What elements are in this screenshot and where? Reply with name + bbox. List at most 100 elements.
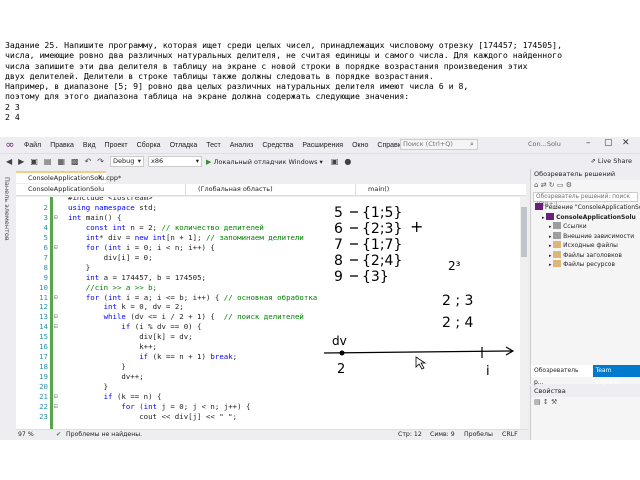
tree-node[interactable]: ▸ Файлы ресурсов xyxy=(531,260,640,270)
properties-panel: Свойства ▤ ↕ ⚒ xyxy=(530,386,640,440)
new-item-icon[interactable]: ▣ xyxy=(30,157,38,166)
code-token: // запоминаем делители xyxy=(205,232,304,242)
folder-icon xyxy=(553,222,562,229)
code-token: #include <iostream> xyxy=(68,197,153,202)
problems-status[interactable]: Проблемы не найдены. xyxy=(66,430,142,440)
line-number: 23 xyxy=(39,411,48,421)
member-dropdown[interactable]: main() xyxy=(356,184,526,196)
breakpoint-icon[interactable]: ● xyxy=(344,157,351,166)
wrench-icon[interactable]: ⚒ xyxy=(551,398,557,406)
code-token: int xyxy=(68,212,86,222)
menu-item[interactable]: Файл xyxy=(24,142,41,149)
code-text: cout << div[j] << " "; xyxy=(68,412,237,422)
close-icon[interactable]: ✕ xyxy=(622,138,630,148)
toolbox-side-tab[interactable]: Панель элементов xyxy=(0,169,14,440)
code-token: std; xyxy=(139,202,158,212)
menu-item[interactable]: Анализ xyxy=(230,142,254,149)
code-text: using namespace std; xyxy=(68,203,157,213)
code-token: } xyxy=(68,262,91,272)
code-line: 2 using namespace std; xyxy=(16,203,520,213)
tab-close-icon[interactable]: ✕ xyxy=(97,173,103,183)
attach-icon[interactable]: ▣ xyxy=(331,157,339,166)
redo-icon[interactable]: ↷ xyxy=(97,157,104,166)
categorized-icon[interactable]: ▤ xyxy=(534,398,541,406)
line-number: 19 xyxy=(39,372,48,382)
project-dropdown[interactable]: ConsoleApplicationSolu xyxy=(16,183,186,196)
tree-node[interactable]: ▸ ConsoleApplicationSolu xyxy=(531,212,640,223)
line-ending-indicator[interactable]: CRLF xyxy=(502,430,518,440)
code-text: //cin >> a >> b; xyxy=(68,283,157,293)
tree-node[interactable]: Решение "ConsoleApplicationSolu" xyxy=(531,203,640,213)
code-editor[interactable]: #include <iostream> 2 using namespace std;… xyxy=(16,197,520,429)
code-text: div[k] = dv; xyxy=(68,332,192,342)
fold-icon[interactable]: ⊟ xyxy=(54,392,58,402)
tab-team-explorer[interactable]: Team Explorer xyxy=(592,365,640,386)
settings-icon[interactable]: ⚙ xyxy=(566,181,572,189)
menu-item[interactable]: Сборка xyxy=(137,142,161,149)
save-icon[interactable]: ▦ xyxy=(57,157,65,166)
search-input[interactable]: Поиск (Ctrl+Q) xyxy=(400,139,478,150)
folder-icon xyxy=(553,250,562,258)
whitespace-indicator[interactable]: Пробелы xyxy=(464,430,493,440)
menu-items: Файл Правка Вид Проект Сборка Отладка Тест Анал… xyxy=(24,142,414,149)
scope-dropdown[interactable]: (Глобальная область) xyxy=(186,183,356,196)
sync-icon[interactable]: ⇄ xyxy=(541,181,547,189)
code-token: for xyxy=(85,242,104,252)
forward-icon[interactable]: ▶ xyxy=(18,157,24,166)
fold-icon[interactable]: ⊟ xyxy=(54,243,58,253)
menu-item[interactable]: Вид xyxy=(83,142,96,149)
collapse-icon[interactable]: ▭ xyxy=(557,181,564,189)
menu-item[interactable]: Правка xyxy=(50,142,74,149)
back-icon[interactable]: ◀ xyxy=(6,157,12,166)
maximize-icon[interactable]: ▢ xyxy=(604,138,613,148)
fold-icon[interactable]: ⊟ xyxy=(54,312,58,322)
code-line: 13 ⊟ while (dv <= i / 2 + 1) { // поиск д… xyxy=(16,312,520,322)
live-share-button[interactable]: ⇗ Live Share xyxy=(590,157,632,165)
minimize-icon[interactable]: – xyxy=(586,138,591,148)
run-debugger-button[interactable]: ▶ Локальный отладчик Windows ▾ xyxy=(206,158,323,166)
solution-explorer-toolbar: ⌂ ⇄ ↻ ▭ ⚙ xyxy=(531,180,640,191)
fold-icon[interactable]: ⊟ xyxy=(54,402,58,412)
tree-node[interactable]: ▸ Файлы заголовков xyxy=(531,250,640,261)
tree-node[interactable]: ▸ Ссылки xyxy=(531,222,640,232)
scrollbar-thumb[interactable] xyxy=(521,207,527,257)
fold-icon[interactable]: ⊟ xyxy=(54,293,58,303)
configuration-select[interactable]: Debug ▾ xyxy=(109,156,144,167)
tree-node[interactable]: ▸ Исходные файлы xyxy=(531,241,640,251)
menu-item[interactable]: Проект xyxy=(105,142,128,149)
tab-solution-explorer[interactable]: Обозреватель р... xyxy=(531,365,593,386)
task-line: числа запишите эти два делителя в таблиц… xyxy=(5,60,528,71)
menu-item[interactable]: Окно xyxy=(352,142,368,149)
menu-item[interactable]: Тест xyxy=(206,142,220,149)
toolbar: ◀ ▶ ▣ ▤ ▦ ▩ ↶ ↷ Debug ▾ x86 ▾ ▶ Локальный … xyxy=(0,153,640,169)
editor-vertical-scrollbar[interactable] xyxy=(520,197,528,429)
task-statement: Задание 25. Напишите программу, которая … xyxy=(0,38,640,138)
tree-node[interactable]: ▸ Внешние зависимости xyxy=(531,231,640,242)
home-icon[interactable]: ⌂ xyxy=(534,181,538,189)
alphabetical-icon[interactable]: ↕ xyxy=(543,398,549,406)
save-all-icon[interactable]: ▩ xyxy=(71,157,79,166)
visual-studio-window: ∞ Файл Правка Вид Проект Сборка Отладка Тест Ан… xyxy=(0,137,640,440)
undo-icon[interactable]: ↶ xyxy=(85,157,92,166)
platform-select[interactable]: x86 ▾ xyxy=(147,156,202,167)
code-text: int main() { xyxy=(68,213,121,223)
menu-item[interactable]: Средства xyxy=(262,142,293,149)
line-number: 5 xyxy=(43,232,48,242)
fold-icon[interactable]: ⊟ xyxy=(54,322,58,332)
menu-item[interactable]: Расширения xyxy=(302,142,343,149)
code-line: 8 } xyxy=(16,263,520,273)
code-line: 19 dv++; xyxy=(16,372,520,382)
menu-item[interactable]: Отладка xyxy=(170,142,198,149)
code-token: a = 174457, b = 174505; xyxy=(103,272,206,282)
code-text: for (int j = 0; j < n; j++) { xyxy=(68,402,250,412)
solution-search-input[interactable]: Обозреватель решений: поиск (Ctrl+;) xyxy=(533,192,638,208)
document-tab[interactable]: ConsoleApplicationSolu.cpp* ✕ xyxy=(16,171,121,183)
open-icon[interactable]: ▤ xyxy=(44,157,52,166)
fold-icon[interactable]: ⊟ xyxy=(54,213,58,223)
zoom-level[interactable]: 97 % xyxy=(18,430,34,440)
refresh-icon[interactable]: ↻ xyxy=(549,181,555,189)
code-text: } xyxy=(68,362,125,372)
